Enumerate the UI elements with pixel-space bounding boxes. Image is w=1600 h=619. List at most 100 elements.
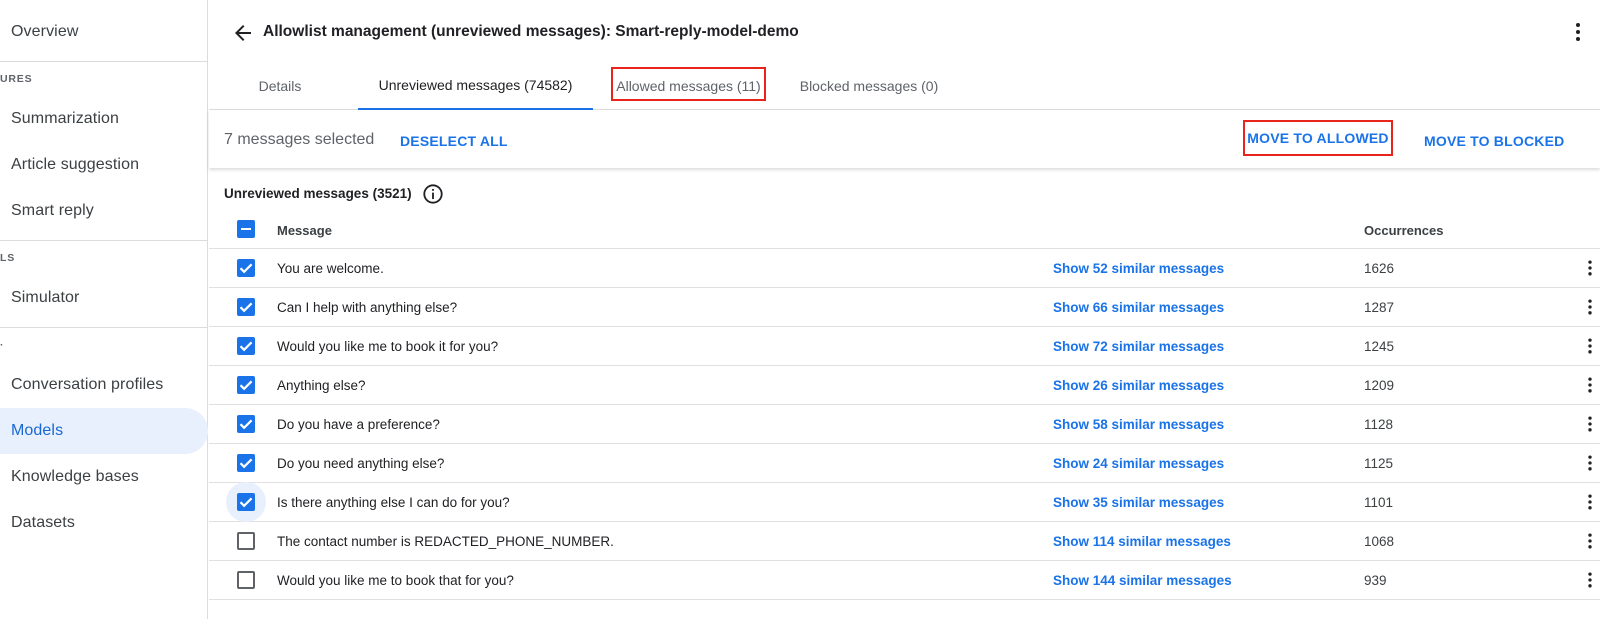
more-vert-icon[interactable] — [1566, 20, 1590, 44]
more-vert-icon[interactable] — [1580, 531, 1600, 551]
sidebar-section-label: LS — [0, 252, 16, 264]
message-text: Would you like me to book that for you? — [277, 573, 514, 588]
tab-unreviewed-messages[interactable]: Unreviewed messages (74582) — [358, 62, 593, 110]
more-vert-icon[interactable] — [1580, 258, 1600, 278]
occurrences-value: 1209 — [1364, 378, 1395, 393]
table-row: Can I help with anything else? Show 66 si… — [209, 288, 1600, 327]
select-all-checkbox[interactable] — [237, 220, 255, 238]
row-checkbox[interactable] — [237, 415, 255, 433]
show-similar-link[interactable]: Show 35 similar messages — [1053, 495, 1224, 510]
sidebar: Overview URES Summarization Article sugg… — [0, 0, 208, 619]
message-text: Can I help with anything else? — [277, 300, 458, 315]
occurrences-value: 1101 — [1364, 495, 1394, 510]
table-row: Would you like me to book it for you? Sho… — [209, 327, 1600, 366]
show-similar-link[interactable]: Show 114 similar messages — [1053, 534, 1231, 549]
occurrences-value: 1128 — [1364, 417, 1394, 432]
row-checkbox[interactable] — [237, 493, 255, 511]
move-to-blocked-button[interactable]: MOVE TO BLOCKED — [1424, 133, 1564, 149]
tab-allowed-messages[interactable]: Allowed messages (11) — [611, 62, 766, 110]
more-vert-icon[interactable] — [1580, 336, 1600, 356]
sidebar-item-label: Summarization — [11, 110, 120, 127]
column-header-occurrences: Occurrences — [1364, 223, 1444, 238]
message-text: Would you like me to book it for you? — [277, 339, 499, 354]
show-similar-link[interactable]: Show 26 similar messages — [1053, 378, 1224, 393]
page-title: Allowlist management (unreviewed message… — [263, 23, 799, 40]
section-title: Unreviewed messages (3521) — [224, 186, 412, 201]
row-checkbox[interactable] — [237, 376, 255, 394]
sidebar-item-label: Article suggestion — [11, 156, 140, 173]
show-similar-link[interactable]: Show 52 similar messages — [1053, 261, 1224, 276]
show-similar-link[interactable]: Show 72 similar messages — [1053, 339, 1224, 354]
table-row: Do you need anything else? Show 24 simila… — [209, 444, 1600, 483]
message-text: You are welcome. — [277, 261, 384, 276]
info-icon[interactable] — [422, 183, 444, 205]
check-icon — [239, 497, 253, 508]
sidebar-divider — [0, 61, 208, 62]
show-similar-link[interactable]: Show 66 similar messages — [1053, 300, 1224, 315]
sidebar-item-summarization[interactable]: Summarization — [0, 96, 208, 142]
show-similar-link[interactable]: Show 144 similar messages — [1053, 573, 1232, 588]
message-text: Anything else? — [277, 378, 366, 393]
arrow-back-icon[interactable] — [231, 21, 255, 45]
sidebar-item-knowledge-bases[interactable]: Knowledge bases — [0, 454, 208, 500]
occurrences-value: 1245 — [1364, 339, 1395, 354]
sidebar-item-label: Simulator — [11, 289, 80, 306]
table-row: The contact number is REDACTED_PHONE_NUM… — [209, 522, 1600, 561]
sidebar-item-overview[interactable]: Overview — [0, 9, 208, 55]
tab-details[interactable]: Details — [247, 62, 313, 110]
move-to-allowed-button[interactable]: MOVE TO ALLOWED — [1243, 120, 1393, 156]
message-text: Do you have a preference? — [277, 417, 440, 432]
row-checkbox[interactable] — [237, 454, 255, 472]
indeterminate-icon — [241, 228, 251, 230]
occurrences-value: 939 — [1364, 573, 1387, 588]
selection-count: 7 messages selected — [224, 131, 375, 148]
more-vert-icon[interactable] — [1580, 297, 1600, 317]
table-row: Do you have a preference? Show 58 similar… — [209, 405, 1600, 444]
more-vert-icon[interactable] — [1580, 492, 1600, 512]
check-icon — [239, 263, 253, 274]
table-row: Anything else? Show 26 similar messages 12… — [209, 366, 1600, 405]
tab-bar: Details Unreviewed messages (74582) Allo… — [209, 62, 1600, 110]
row-checkbox[interactable] — [237, 259, 255, 277]
check-icon — [239, 302, 253, 313]
tab-label: Details — [258, 78, 302, 94]
check-icon — [239, 380, 253, 391]
row-checkbox[interactable] — [237, 571, 255, 589]
message-text: Is there anything else I can do for you? — [277, 495, 510, 510]
sidebar-item-models[interactable]: Models — [0, 408, 208, 454]
occurrences-value: 1626 — [1364, 261, 1395, 276]
sidebar-section-label: · — [0, 339, 5, 351]
show-similar-link[interactable]: Show 24 similar messages — [1053, 456, 1224, 471]
tab-blocked-messages[interactable]: Blocked messages (0) — [799, 62, 939, 110]
occurrences-value: 1287 — [1364, 300, 1395, 315]
sidebar-divider — [0, 327, 208, 328]
deselect-all-button[interactable]: DESELECT ALL — [400, 133, 508, 149]
table-row: You are welcome. Show 52 similar messages… — [209, 249, 1600, 288]
more-vert-icon[interactable] — [1580, 414, 1600, 434]
sidebar-item-label: Smart reply — [11, 202, 94, 219]
row-checkbox[interactable] — [237, 298, 255, 316]
check-icon — [239, 419, 253, 430]
show-similar-link[interactable]: Show 58 similar messages — [1053, 417, 1224, 432]
check-icon — [239, 458, 253, 469]
tab-label: Unreviewed messages (74582) — [378, 77, 573, 93]
table-row: Would you like me to book that for you? S… — [209, 561, 1600, 600]
sidebar-section-label: URES — [0, 73, 33, 85]
tab-label: Allowed messages (11) — [616, 78, 761, 94]
more-vert-icon[interactable] — [1580, 375, 1600, 395]
row-checkbox[interactable] — [237, 532, 255, 550]
sidebar-item-simulator[interactable]: Simulator — [0, 275, 208, 321]
sidebar-divider — [0, 240, 208, 241]
table-header-row: Message Occurrences — [209, 210, 1600, 249]
main-content: Allowlist management (unreviewed message… — [209, 0, 1600, 619]
more-vert-icon[interactable] — [1580, 570, 1600, 590]
more-vert-icon[interactable] — [1580, 453, 1600, 473]
row-checkbox[interactable] — [237, 337, 255, 355]
sidebar-item-conversation-profiles[interactable]: Conversation profiles — [0, 362, 208, 408]
sidebar-item-label: Overview — [11, 23, 79, 40]
sidebar-item-smart-reply[interactable]: Smart reply — [0, 188, 208, 234]
sidebar-item-article-suggestion[interactable]: Article suggestion — [0, 142, 208, 188]
check-icon — [239, 341, 253, 352]
column-header-message: Message — [277, 223, 332, 238]
sidebar-item-datasets[interactable]: Datasets — [0, 500, 208, 546]
